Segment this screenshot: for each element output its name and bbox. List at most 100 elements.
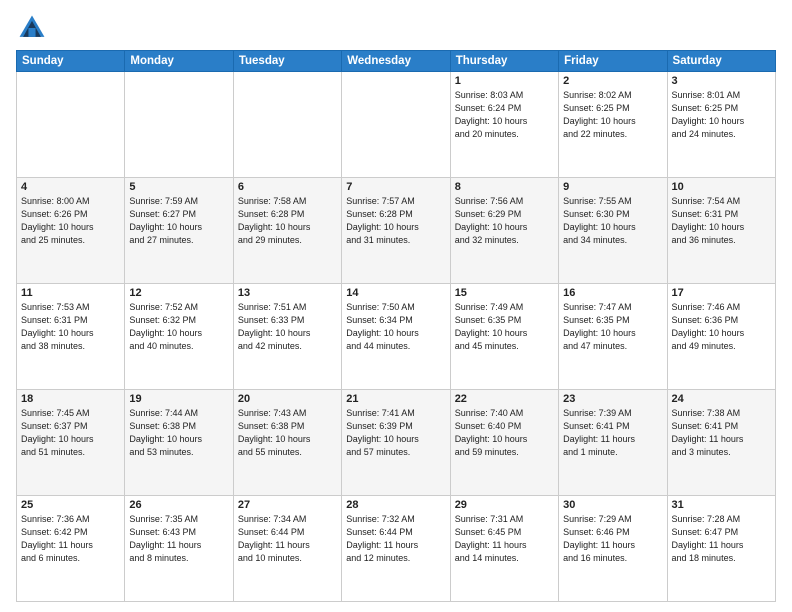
calendar-cell: 22Sunrise: 7:40 AM Sunset: 6:40 PM Dayli… (450, 390, 558, 496)
calendar-cell: 6 Sunrise: 7:58 AM Sunset: 6:28 PM Daylig… (233, 178, 341, 284)
day-info: Sunrise: 7:55 AM Sunset: 6:30 PM Dayligh… (563, 195, 662, 247)
col-header-saturday: Saturday (667, 51, 775, 72)
day-info: Sunrise: 7:45 AM Sunset: 6:37 PM Dayligh… (21, 407, 120, 459)
calendar-cell: 19 Sunrise: 7:44 AM Sunset: 6:38 PM Dayli… (125, 390, 233, 496)
day-info: Sunrise: 7:35 AM Sunset: 6:43 PM Dayligh… (129, 513, 228, 565)
day-info: Sunrise: 7:58 AM Sunset: 6:28 PM Dayligh… (238, 195, 337, 247)
calendar-cell: 16 Sunrise: 7:47 AM Sunset: 6:35 PM Dayli… (559, 284, 667, 390)
day-info: Sunrise: 8:01 AM Sunset: 6:25 PM Dayligh… (672, 89, 771, 141)
day-number: 31 (672, 499, 771, 511)
day-info: Sunrise: 7:52 AM Sunset: 6:32 PM Dayligh… (129, 301, 228, 353)
day-info: Sunrise: 8:03 AM Sunset: 6:24 PM Dayligh… (455, 89, 554, 141)
day-info: Sunrise: 7:44 AM Sunset: 6:38 PM Dayligh… (129, 407, 228, 459)
day-number: 3 (672, 75, 771, 87)
calendar-header-row: SundayMondayTuesdayWednesdayThursdayFrid… (17, 51, 776, 72)
header (16, 12, 776, 44)
day-number: 12 (129, 287, 228, 299)
col-header-friday: Friday (559, 51, 667, 72)
day-info: Sunrise: 7:57 AM Sunset: 6:28 PM Dayligh… (346, 195, 445, 247)
calendar-cell: 10 Sunrise: 7:54 AM Sunset: 6:31 PM Dayli… (667, 178, 775, 284)
calendar-table: SundayMondayTuesdayWednesdayThursdayFrid… (16, 50, 776, 602)
day-info: Sunrise: 7:51 AM Sunset: 6:33 PM Dayligh… (238, 301, 337, 353)
day-number: 23 (563, 393, 662, 405)
day-info: Sunrise: 7:41 AM Sunset: 6:39 PM Dayligh… (346, 407, 445, 459)
day-number: 10 (672, 181, 771, 193)
calendar-cell: 3 Sunrise: 8:01 AM Sunset: 6:25 PM Daylig… (667, 72, 775, 178)
calendar-cell: 31 Sunrise: 7:28 AM Sunset: 6:47 PM Dayli… (667, 496, 775, 602)
calendar-cell: 9 Sunrise: 7:55 AM Sunset: 6:30 PM Daylig… (559, 178, 667, 284)
calendar-cell: 14Sunrise: 7:50 AM Sunset: 6:34 PM Dayli… (342, 284, 450, 390)
calendar-cell (233, 72, 341, 178)
calendar-cell (17, 72, 125, 178)
day-info: Sunrise: 7:38 AM Sunset: 6:41 PM Dayligh… (672, 407, 771, 459)
day-number: 16 (563, 287, 662, 299)
day-number: 26 (129, 499, 228, 511)
day-number: 2 (563, 75, 662, 87)
day-number: 13 (238, 287, 337, 299)
day-number: 14 (346, 287, 445, 299)
calendar-week-3: 11 Sunrise: 7:53 AM Sunset: 6:31 PM Dayli… (17, 284, 776, 390)
day-number: 28 (346, 499, 445, 511)
day-number: 25 (21, 499, 120, 511)
calendar-cell: 11 Sunrise: 7:53 AM Sunset: 6:31 PM Dayli… (17, 284, 125, 390)
calendar-cell: 8Sunrise: 7:56 AM Sunset: 6:29 PM Daylig… (450, 178, 558, 284)
calendar-cell: 29 Sunrise: 7:31 AM Sunset: 6:45 PM Dayli… (450, 496, 558, 602)
calendar-cell: 13 Sunrise: 7:51 AM Sunset: 6:33 PM Dayli… (233, 284, 341, 390)
calendar-cell: 26 Sunrise: 7:35 AM Sunset: 6:43 PM Dayli… (125, 496, 233, 602)
calendar-cell: 5 Sunrise: 7:59 AM Sunset: 6:27 PM Daylig… (125, 178, 233, 284)
day-number: 9 (563, 181, 662, 193)
col-header-sunday: Sunday (17, 51, 125, 72)
day-number: 18 (21, 393, 120, 405)
day-info: Sunrise: 7:36 AM Sunset: 6:42 PM Dayligh… (21, 513, 120, 565)
day-number: 11 (21, 287, 120, 299)
day-info: Sunrise: 7:46 AM Sunset: 6:36 PM Dayligh… (672, 301, 771, 353)
calendar-cell: 1 Sunrise: 8:03 AM Sunset: 6:24 PM Daylig… (450, 72, 558, 178)
calendar-cell: 7Sunrise: 7:57 AM Sunset: 6:28 PM Daylig… (342, 178, 450, 284)
col-header-thursday: Thursday (450, 51, 558, 72)
day-number: 8 (455, 181, 554, 193)
day-info: Sunrise: 7:31 AM Sunset: 6:45 PM Dayligh… (455, 513, 554, 565)
day-number: 5 (129, 181, 228, 193)
calendar-cell: 30Sunrise: 7:29 AM Sunset: 6:46 PM Dayli… (559, 496, 667, 602)
logo (16, 12, 52, 44)
day-info: Sunrise: 7:28 AM Sunset: 6:47 PM Dayligh… (672, 513, 771, 565)
day-number: 17 (672, 287, 771, 299)
col-header-wednesday: Wednesday (342, 51, 450, 72)
calendar-week-2: 4Sunrise: 8:00 AM Sunset: 6:26 PM Daylig… (17, 178, 776, 284)
day-info: Sunrise: 7:54 AM Sunset: 6:31 PM Dayligh… (672, 195, 771, 247)
calendar-week-4: 18 Sunrise: 7:45 AM Sunset: 6:37 PM Dayli… (17, 390, 776, 496)
day-info: Sunrise: 7:53 AM Sunset: 6:31 PM Dayligh… (21, 301, 120, 353)
day-number: 22 (455, 393, 554, 405)
day-info: Sunrise: 7:29 AM Sunset: 6:46 PM Dayligh… (563, 513, 662, 565)
calendar-week-5: 25 Sunrise: 7:36 AM Sunset: 6:42 PM Dayli… (17, 496, 776, 602)
calendar-cell (125, 72, 233, 178)
calendar-cell: 15Sunrise: 7:49 AM Sunset: 6:35 PM Dayli… (450, 284, 558, 390)
calendar-cell: 12 Sunrise: 7:52 AM Sunset: 6:32 PM Dayli… (125, 284, 233, 390)
calendar-cell: 17 Sunrise: 7:46 AM Sunset: 6:36 PM Dayli… (667, 284, 775, 390)
calendar-cell: 27 Sunrise: 7:34 AM Sunset: 6:44 PM Dayli… (233, 496, 341, 602)
calendar-cell: 21Sunrise: 7:41 AM Sunset: 6:39 PM Dayli… (342, 390, 450, 496)
day-info: Sunrise: 7:47 AM Sunset: 6:35 PM Dayligh… (563, 301, 662, 353)
calendar-cell: 18 Sunrise: 7:45 AM Sunset: 6:37 PM Dayli… (17, 390, 125, 496)
day-number: 19 (129, 393, 228, 405)
calendar-cell (342, 72, 450, 178)
day-number: 6 (238, 181, 337, 193)
logo-icon (16, 12, 48, 44)
calendar-cell: 20 Sunrise: 7:43 AM Sunset: 6:38 PM Dayli… (233, 390, 341, 496)
day-info: Sunrise: 7:34 AM Sunset: 6:44 PM Dayligh… (238, 513, 337, 565)
col-header-tuesday: Tuesday (233, 51, 341, 72)
day-number: 4 (21, 181, 120, 193)
day-number: 29 (455, 499, 554, 511)
day-info: Sunrise: 7:43 AM Sunset: 6:38 PM Dayligh… (238, 407, 337, 459)
calendar-week-1: 1 Sunrise: 8:03 AM Sunset: 6:24 PM Daylig… (17, 72, 776, 178)
calendar-cell: 2Sunrise: 8:02 AM Sunset: 6:25 PM Daylig… (559, 72, 667, 178)
day-number: 24 (672, 393, 771, 405)
day-info: Sunrise: 7:49 AM Sunset: 6:35 PM Dayligh… (455, 301, 554, 353)
day-number: 27 (238, 499, 337, 511)
day-number: 1 (455, 75, 554, 87)
col-header-monday: Monday (125, 51, 233, 72)
day-number: 20 (238, 393, 337, 405)
day-info: Sunrise: 7:59 AM Sunset: 6:27 PM Dayligh… (129, 195, 228, 247)
calendar-cell: 23 Sunrise: 7:39 AM Sunset: 6:41 PM Dayli… (559, 390, 667, 496)
day-info: Sunrise: 7:39 AM Sunset: 6:41 PM Dayligh… (563, 407, 662, 459)
